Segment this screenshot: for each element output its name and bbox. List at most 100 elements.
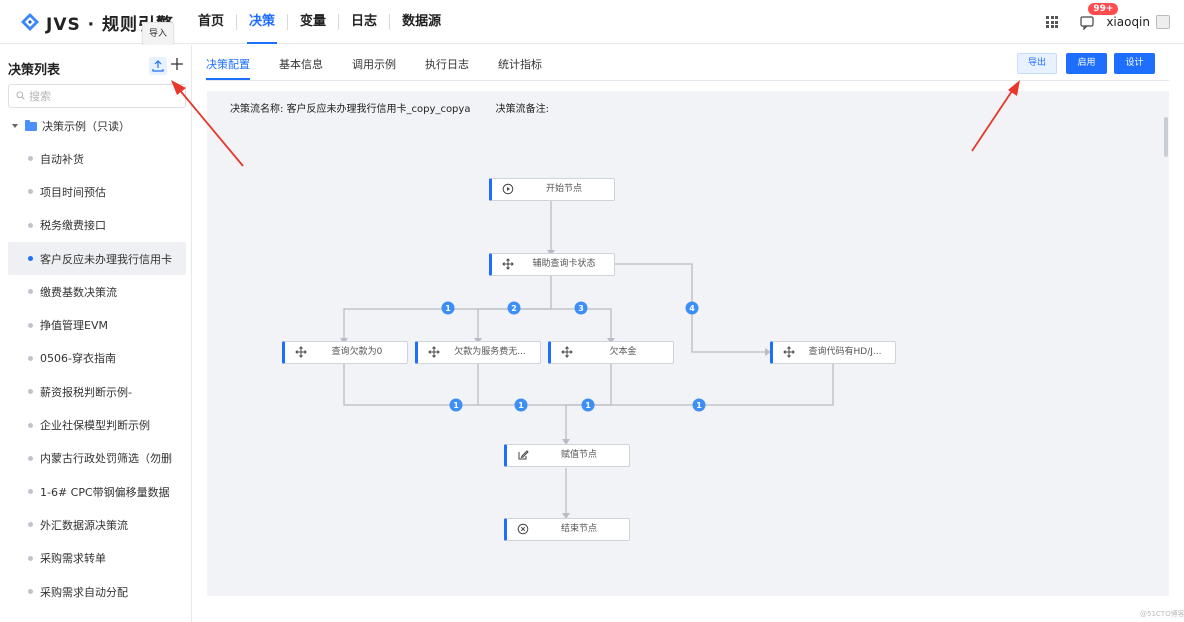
flow-remark-label: 决策流备注:: [495, 104, 550, 115]
list-item[interactable]: 挣值管理EVM: [8, 308, 186, 341]
app-root: { "app": { "brand": "JVS · 规则引擎" }, "nav…: [0, 0, 1184, 622]
move-icon: [295, 346, 307, 358]
list-item-label: 薪资报税判断示例-: [40, 385, 132, 399]
list-item-label: 缴费基数决策流: [40, 285, 117, 299]
list-item[interactable]: 企业社保模型判断示例: [8, 408, 186, 441]
list-item-label: 挣值管理EVM: [40, 319, 108, 333]
node-label: 赋值节点: [560, 450, 597, 460]
list-item-selected[interactable]: 客户反应未办理我行信用卡: [8, 241, 186, 276]
watermark: @51CTO博客: [1140, 610, 1184, 618]
top-navbar: JVS · 规则引擎 首页 决策 变量 日志 数据源 99+ xiaoqin: [0, 0, 1184, 44]
import-button[interactable]: [149, 57, 167, 75]
list-item[interactable]: 缴费基数决策流: [8, 275, 186, 308]
bullet-icon: [28, 422, 33, 428]
avatar[interactable]: [1156, 15, 1170, 29]
bullet-icon: [28, 455, 33, 461]
design-button[interactable]: 设计: [1114, 53, 1155, 74]
decision-list: 自动补货 项目时间预估 税务缴费接口 客户反应未办理我行信用卡 缴费基数决策流 …: [8, 142, 186, 608]
node-label: 欠款为服务费无...: [454, 347, 526, 357]
search-icon: [16, 91, 25, 100]
flow-node-aux-query[interactable]: 辅助查询卡状态: [489, 253, 615, 276]
nav-datasource[interactable]: 数据源: [390, 0, 453, 44]
list-item[interactable]: 项目时间预估: [8, 175, 186, 208]
username[interactable]: xiaoqin: [1106, 15, 1150, 29]
list-item[interactable]: 税务缴费接口: [8, 209, 186, 242]
flow-node-end[interactable]: 结束节点: [504, 518, 630, 541]
flow-name-value: 客户反应未办理我行信用卡_copy_copya: [286, 104, 471, 115]
search-box: [8, 84, 186, 108]
nav-decision[interactable]: 决策: [237, 0, 287, 44]
tree-root-label: 决策示例（只读）: [42, 120, 130, 133]
app-grid-icon[interactable]: [1046, 16, 1059, 28]
list-item-label: 自动补货: [40, 152, 84, 166]
flow-name-label: 决策流名称:: [230, 104, 284, 115]
tree-root-folder[interactable]: 决策示例（只读）: [12, 117, 130, 135]
list-item-label: 0506-穿衣指南: [40, 352, 116, 366]
logo-mark-icon: [21, 13, 39, 31]
move-icon: [561, 346, 573, 358]
tab-decision-config[interactable]: 决策配置: [206, 52, 250, 80]
list-item-label: 外汇数据源决策流: [40, 518, 128, 532]
list-item-label: 企业社保模型判断示例: [40, 419, 150, 433]
list-item[interactable]: 内蒙古行政处罚筛选（勿删: [8, 442, 186, 475]
list-item-label: 客户反应未办理我行信用卡: [40, 252, 172, 266]
nav-home[interactable]: 首页: [186, 0, 236, 44]
main-nav: 首页 决策 变量 日志 数据源: [186, 0, 453, 44]
list-item[interactable]: 采购需求转单: [8, 542, 186, 575]
folder-icon: [25, 119, 37, 131]
tab-exec-log[interactable]: 执行日志: [425, 52, 469, 80]
list-item-label: 1-6# CPC带钢偏移量数据: [40, 485, 170, 499]
caret-down-icon: [12, 124, 18, 128]
node-label: 辅助查询卡状态: [532, 259, 596, 269]
flow-node-principal-owed[interactable]: 欠本金: [548, 341, 674, 364]
upload-icon: [152, 60, 164, 72]
play-circle-icon: [502, 183, 514, 195]
bullet-icon: [28, 489, 33, 495]
export-button[interactable]: 导出: [1017, 53, 1057, 74]
chat-bubble-icon: [1080, 16, 1094, 30]
bullet-icon: [28, 156, 33, 162]
bullet-icon: [28, 589, 33, 594]
message-count-badge: 99+: [1088, 3, 1119, 15]
tab-statistics[interactable]: 统计指标: [498, 52, 542, 80]
enable-button[interactable]: 启用: [1066, 53, 1107, 74]
node-label: 结束节点: [560, 524, 597, 534]
list-item-label: 税务缴费接口: [40, 219, 106, 233]
move-icon: [502, 258, 514, 270]
flow-node-start[interactable]: 开始节点: [489, 178, 615, 201]
list-item[interactable]: 采购需求自动分配: [8, 575, 186, 608]
close-circle-icon: [517, 523, 529, 535]
flow-node-debt-service-fee[interactable]: 欠款为服务费无...: [415, 341, 541, 364]
move-icon: [428, 346, 440, 358]
nav-variables[interactable]: 变量: [288, 0, 338, 44]
flow-info: 决策流名称: 客户反应未办理我行信用卡_copy_copya 决策流备注:: [230, 100, 549, 115]
messages-button[interactable]: 99+: [1080, 3, 1119, 31]
canvas-scrollbar[interactable]: [1164, 117, 1168, 157]
add-icon[interactable]: [170, 57, 184, 71]
tab-basic-info[interactable]: 基本信息: [279, 52, 323, 80]
node-label: 开始节点: [545, 184, 582, 194]
list-item[interactable]: 0506-穿衣指南: [8, 342, 186, 375]
list-item[interactable]: 1-6# CPC带钢偏移量数据: [8, 475, 186, 508]
flow-node-query-debt-zero[interactable]: 查询欠款为0: [282, 341, 408, 364]
bullet-icon: [28, 355, 33, 361]
flow-node-query-code[interactable]: 查询代码有HD/J...: [770, 341, 896, 364]
sidebar-title: 决策列表: [8, 63, 61, 78]
node-label: 查询欠款为0: [331, 347, 383, 357]
bullet-icon: [28, 222, 33, 228]
list-item-label: 项目时间预估: [40, 185, 106, 199]
node-label: 欠本金: [609, 347, 637, 357]
bullet-icon: [28, 256, 33, 262]
edit-icon: [518, 450, 529, 460]
flow-node-assign[interactable]: 赋值节点: [504, 444, 630, 467]
nav-logs[interactable]: 日志: [339, 0, 389, 44]
tabs-divider: [206, 80, 1169, 81]
search-input[interactable]: [29, 88, 179, 104]
list-item[interactable]: 自动补货: [8, 142, 186, 175]
bullet-icon: [28, 289, 33, 295]
bullet-icon: [28, 522, 33, 528]
tab-call-example[interactable]: 调用示例: [352, 52, 396, 80]
list-item[interactable]: 外汇数据源决策流: [8, 508, 186, 541]
bullet-icon: [28, 322, 33, 328]
list-item[interactable]: 薪资报税判断示例-: [8, 375, 186, 408]
